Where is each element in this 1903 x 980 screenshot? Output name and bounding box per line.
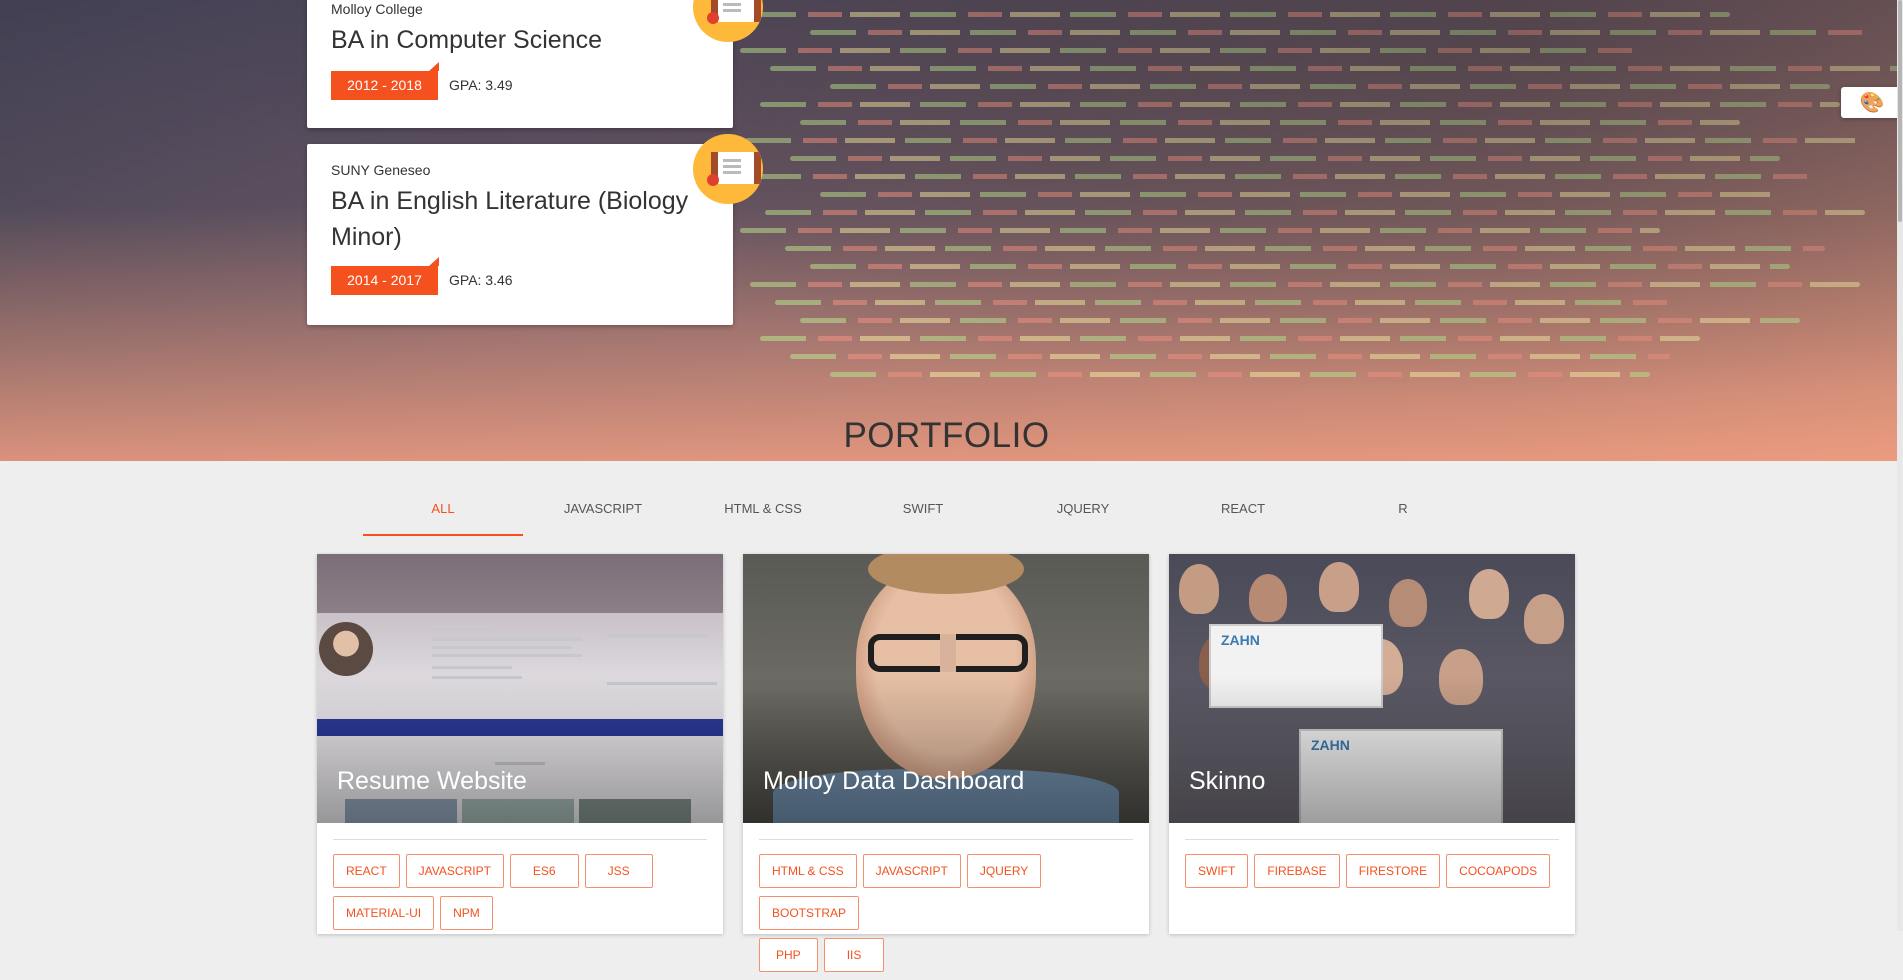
tag-chip: FIREBASE (1254, 854, 1340, 888)
education-card: Molloy College BA in Computer Science 20… (307, 0, 733, 128)
tag-chip: COCOAPODS (1446, 854, 1551, 888)
divider (759, 839, 1133, 840)
tab-javascript[interactable]: JAVASCRIPT (523, 496, 683, 534)
scrollbar-thumb[interactable] (1898, 0, 1902, 222)
tag-chip: HTML & CSS (759, 854, 857, 888)
tab-swift[interactable]: SWIFT (843, 496, 1003, 534)
project-title: Molloy Data Dashboard (763, 767, 1025, 795)
tag-chip: JSS (584, 854, 653, 888)
palette-icon: 🎨 (1859, 91, 1885, 114)
tab-r[interactable]: R (1323, 496, 1483, 534)
divider (1185, 839, 1559, 840)
tab-react[interactable]: REACT (1163, 496, 1323, 534)
tag-chip: PHP (759, 938, 818, 972)
project-title: Skinno (1189, 767, 1266, 795)
project-card[interactable]: Resume Website REACT JAVASCRIPT ES6 JSS MAT… (317, 554, 723, 934)
school-name: SUNY Geneseo (331, 162, 431, 178)
code-background-image (740, 0, 1903, 461)
tag-chip: SWIFT (1185, 854, 1249, 888)
tag-chip: JQUERY (966, 854, 1042, 888)
certificate-icon (693, 134, 763, 204)
tag-chip: ES6 (509, 854, 579, 888)
gpa-text: GPA: 3.49 (449, 77, 513, 93)
degree-title: BA in English Literature (Biology Minor) (331, 187, 689, 251)
tag-chip: JAVASCRIPT (405, 854, 504, 888)
project-card[interactable]: Skinno SWIFTFIREBASEFIRESTORECOCOAPODS (1169, 554, 1575, 934)
project-title: Resume Website (337, 767, 527, 795)
tag-chip: JAVASCRIPT (862, 854, 961, 888)
tag-list: REACT JAVASCRIPT ES6 JSS MATERIAL-UI NPM (333, 854, 713, 938)
portfolio-heading: PORTFOLIO (843, 416, 1050, 455)
years-badge: 2012 - 2018 (331, 62, 439, 100)
tab-jquery[interactable]: JQUERY (1003, 496, 1163, 534)
hero-background (0, 0, 1903, 461)
tag-chip: BOOTSTRAP (759, 896, 860, 930)
gpa-text: GPA: 3.46 (449, 272, 513, 288)
tab-html-css[interactable]: HTML & CSS (683, 496, 843, 534)
education-card: SUNY Geneseo BA in English Literature (B… (307, 144, 733, 325)
theme-palette-button[interactable]: 🎨 (1841, 87, 1903, 118)
tab-all[interactable]: ALL (363, 496, 523, 536)
project-card[interactable]: Molloy Data Dashboard HTML & CSS JAVASCRI… (743, 554, 1149, 972)
school-name: Molloy College (331, 1, 423, 17)
tag-chip: MATERIAL-UI (333, 896, 435, 930)
tag-chip: FIRESTORE (1345, 854, 1441, 888)
tag-list: SWIFT FIREBASE FIRESTORE COCOAPODS (1185, 854, 1565, 896)
tag-chip: REACT (333, 854, 400, 888)
years-badge: 2014 - 2017 (331, 257, 439, 295)
scrollbar[interactable] (1897, 0, 1903, 931)
tag-chip: NPM (440, 896, 493, 930)
tag-list: HTML & CSS JAVASCRIPT JQUERY BOOTSTRAP PHP I… (759, 854, 1139, 980)
divider (333, 839, 707, 840)
tag-chip: IIS (823, 938, 885, 972)
degree-title: BA in Computer Science (331, 26, 602, 54)
